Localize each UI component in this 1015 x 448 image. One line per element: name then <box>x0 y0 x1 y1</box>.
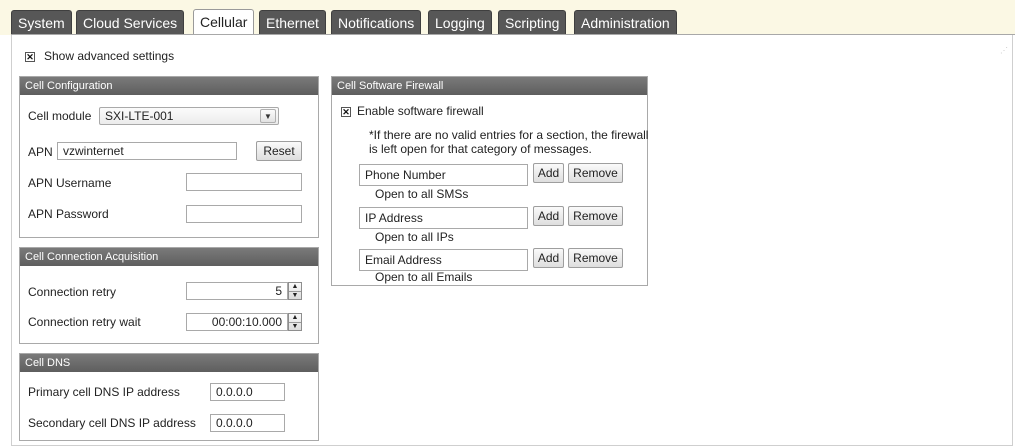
apn-password-label: APN Password <box>28 207 109 221</box>
cell-dns-title: Cell DNS <box>20 354 318 372</box>
apn-input[interactable]: vzwinternet <box>57 142 237 160</box>
tab-administration[interactable]: Administration <box>574 10 677 34</box>
apn-password-input[interactable] <box>186 205 302 223</box>
primary-dns-label: Primary cell DNS IP address <box>28 385 180 399</box>
add-email-address-button[interactable]: Add <box>533 248 564 268</box>
apn-username-label: APN Username <box>28 176 112 190</box>
tab-ethernet[interactable]: Ethernet <box>259 10 326 34</box>
phone-number-status: Open to all SMSs <box>375 187 469 201</box>
cell-dns-panel: Cell DNS Primary cell DNS IP address 0.0… <box>19 353 319 441</box>
phone-number-input[interactable]: Phone Number <box>359 164 528 186</box>
reset-button[interactable]: Reset <box>256 141 302 161</box>
firewall-note-line1: *If there are no valid entries for a sec… <box>369 128 649 142</box>
connection-retry-input[interactable]: 5 <box>186 282 288 300</box>
secondary-dns-input[interactable]: 0.0.0.0 <box>210 414 285 432</box>
ip-address-status: Open to all IPs <box>375 230 454 244</box>
cell-configuration-panel: Cell Configuration Cell module SXI-LTE-0… <box>19 76 319 238</box>
show-advanced-checkbox[interactable]: ✕ <box>25 52 35 62</box>
cell-module-value: SXI-LTE-001 <box>105 109 174 123</box>
connection-retry-wait-label: Connection retry wait <box>28 315 141 329</box>
apn-label: APN <box>28 145 53 159</box>
resize-grip-icon: ⋰ <box>1000 46 1008 55</box>
remove-email-address-button[interactable]: Remove <box>568 248 623 268</box>
show-advanced-label: Show advanced settings <box>44 49 175 63</box>
ip-address-input[interactable]: IP Address <box>359 207 528 229</box>
connection-retry-label: Connection retry <box>28 285 117 299</box>
firewall-note-line2: is left open for that category of messag… <box>369 142 592 156</box>
connection-retry-wait-input[interactable]: 00:00:10.000 <box>186 313 288 331</box>
connection-retry-stepper[interactable]: ▲ ▼ <box>288 282 302 300</box>
stepper-down-icon[interactable]: ▼ <box>289 323 301 331</box>
enable-firewall-label: Enable software firewall <box>357 104 484 118</box>
stepper-down-icon[interactable]: ▼ <box>289 292 301 300</box>
chevron-down-icon[interactable]: ▼ <box>260 109 276 123</box>
primary-dns-input[interactable]: 0.0.0.0 <box>210 383 285 401</box>
apn-username-input[interactable] <box>186 173 302 191</box>
stepper-up-icon[interactable]: ▲ <box>289 283 301 292</box>
cell-software-firewall-title: Cell Software Firewall <box>332 77 647 95</box>
cellular-settings-pane: ⋰ ✕ Show advanced settings Cell Configur… <box>11 35 1013 446</box>
cell-connection-acquisition-title: Cell Connection Acquisition <box>20 248 318 266</box>
stepper-up-icon[interactable]: ▲ <box>289 314 301 323</box>
tab-bar: System Cloud Services Cellular Ethernet … <box>0 0 1015 35</box>
connection-retry-wait-stepper[interactable]: ▲ ▼ <box>288 313 302 331</box>
secondary-dns-label: Secondary cell DNS IP address <box>28 416 196 430</box>
tab-cellular[interactable]: Cellular <box>193 9 255 35</box>
tab-scripting[interactable]: Scripting <box>498 10 567 34</box>
remove-ip-address-button[interactable]: Remove <box>568 206 623 226</box>
tab-system[interactable]: System <box>11 10 72 34</box>
add-ip-address-button[interactable]: Add <box>533 206 564 226</box>
email-address-status: Open to all Emails <box>375 270 473 284</box>
cell-module-select[interactable]: SXI-LTE-001 ▼ <box>99 107 279 125</box>
cell-configuration-title: Cell Configuration <box>20 77 318 95</box>
tab-logging[interactable]: Logging <box>428 10 492 34</box>
cell-software-firewall-panel: Cell Software Firewall ✕ Enable software… <box>331 76 648 286</box>
remove-phone-number-button[interactable]: Remove <box>568 163 623 183</box>
cell-connection-acquisition-panel: Cell Connection Acquisition Connection r… <box>19 247 319 344</box>
email-address-input[interactable]: Email Address <box>359 249 528 271</box>
cell-module-label: Cell module <box>28 109 92 123</box>
tab-cloud-services[interactable]: Cloud Services <box>76 10 185 34</box>
enable-firewall-checkbox[interactable]: ✕ <box>341 107 351 117</box>
add-phone-number-button[interactable]: Add <box>533 163 564 183</box>
tab-notifications[interactable]: Notifications <box>331 10 422 34</box>
